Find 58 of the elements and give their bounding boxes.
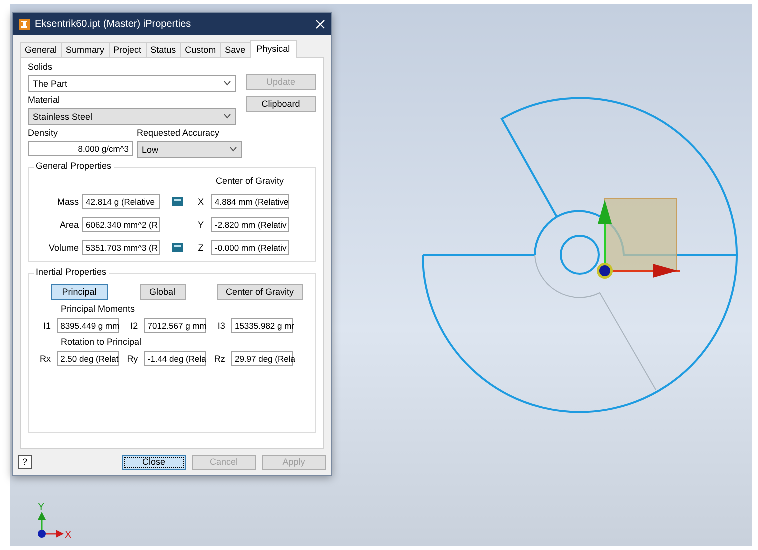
field-label: I1 — [42, 320, 51, 330]
group-title: Inertial Properties — [34, 267, 109, 277]
input-field[interactable]: 7012.567 g mm — [144, 318, 206, 333]
tab[interactable]: General — [20, 42, 62, 58]
dialog-button[interactable]: Close — [122, 454, 186, 470]
field-label: Rz — [213, 354, 226, 364]
axis-label: Z — [197, 242, 205, 252]
mode-button[interactable]: Principal — [51, 284, 108, 300]
input-field[interactable]: 5351.703 mm^3 (R — [82, 240, 160, 255]
input-field[interactable]: -0.000 mm (Relativ — [211, 240, 289, 255]
tab[interactable]: Project — [108, 42, 147, 58]
caret-icon — [224, 114, 231, 119]
input-field[interactable]: 8395.449 g mm — [56, 318, 119, 333]
window-title: Eksentrik60.ipt (Master) iProperties — [35, 18, 192, 30]
tab[interactable]: Physical — [250, 40, 298, 58]
input-field[interactable]: 8.000 g/cm^3 — [28, 141, 133, 156]
axis-label: Y — [38, 502, 45, 513]
close-icon[interactable] — [316, 20, 325, 28]
calculator-icon[interactable] — [172, 197, 182, 206]
input-field[interactable]: 42.814 g (Relative — [82, 194, 160, 209]
input-field[interactable]: -1.44 deg (Rela — [144, 351, 206, 366]
field-label: Material — [28, 95, 62, 105]
caret-icon — [224, 81, 231, 86]
caret-icon — [230, 147, 237, 152]
group-title: General Properties — [34, 161, 114, 171]
input-field[interactable]: 6062.340 mm^2 (R — [82, 217, 160, 232]
axis-label: X — [65, 530, 72, 541]
tab[interactable]: Summary — [61, 42, 110, 58]
field-label: I2 — [130, 320, 138, 330]
mode-button[interactable]: Center of Gravity — [217, 284, 303, 300]
help-button[interactable]: ? — [18, 455, 32, 469]
field-label: Rx — [39, 354, 51, 364]
section-label: Rotation to Principal — [60, 337, 143, 347]
dropdown[interactable]: The Part — [28, 75, 236, 92]
axis-indicator-drawing — [38, 512, 64, 538]
input-field[interactable]: 29.97 deg (Rela — [230, 351, 293, 366]
input-field[interactable]: 2.50 deg (Relat — [56, 351, 119, 366]
axis-label: Y — [196, 220, 205, 230]
field-label: Requested Accuracy — [137, 128, 221, 138]
input-field[interactable]: -2.820 mm (Relativ — [211, 217, 289, 232]
mode-button[interactable]: Global — [140, 284, 186, 300]
section-label: Principal Moments — [60, 304, 136, 314]
axis-label: X — [196, 196, 205, 206]
app-icon — [19, 18, 30, 30]
input-field[interactable]: 15335.982 g mr — [230, 318, 293, 333]
field-label: Density — [28, 128, 60, 138]
field-label: I3 — [216, 320, 226, 330]
section-label: Center of Gravity — [214, 176, 286, 186]
field-label: Solids — [28, 62, 54, 72]
field-label: Area — [58, 220, 79, 230]
action-button[interactable]: Clipboard — [246, 96, 316, 112]
field-label: Mass — [56, 196, 79, 206]
dropdown[interactable]: Low — [137, 141, 242, 158]
field-label: Volume — [48, 242, 79, 252]
field-label: Ry — [126, 354, 138, 364]
calculator-icon[interactable] — [172, 243, 182, 252]
dropdown[interactable]: Stainless Steel — [28, 108, 236, 125]
input-field[interactable]: 4.884 mm (Relative — [211, 194, 289, 209]
